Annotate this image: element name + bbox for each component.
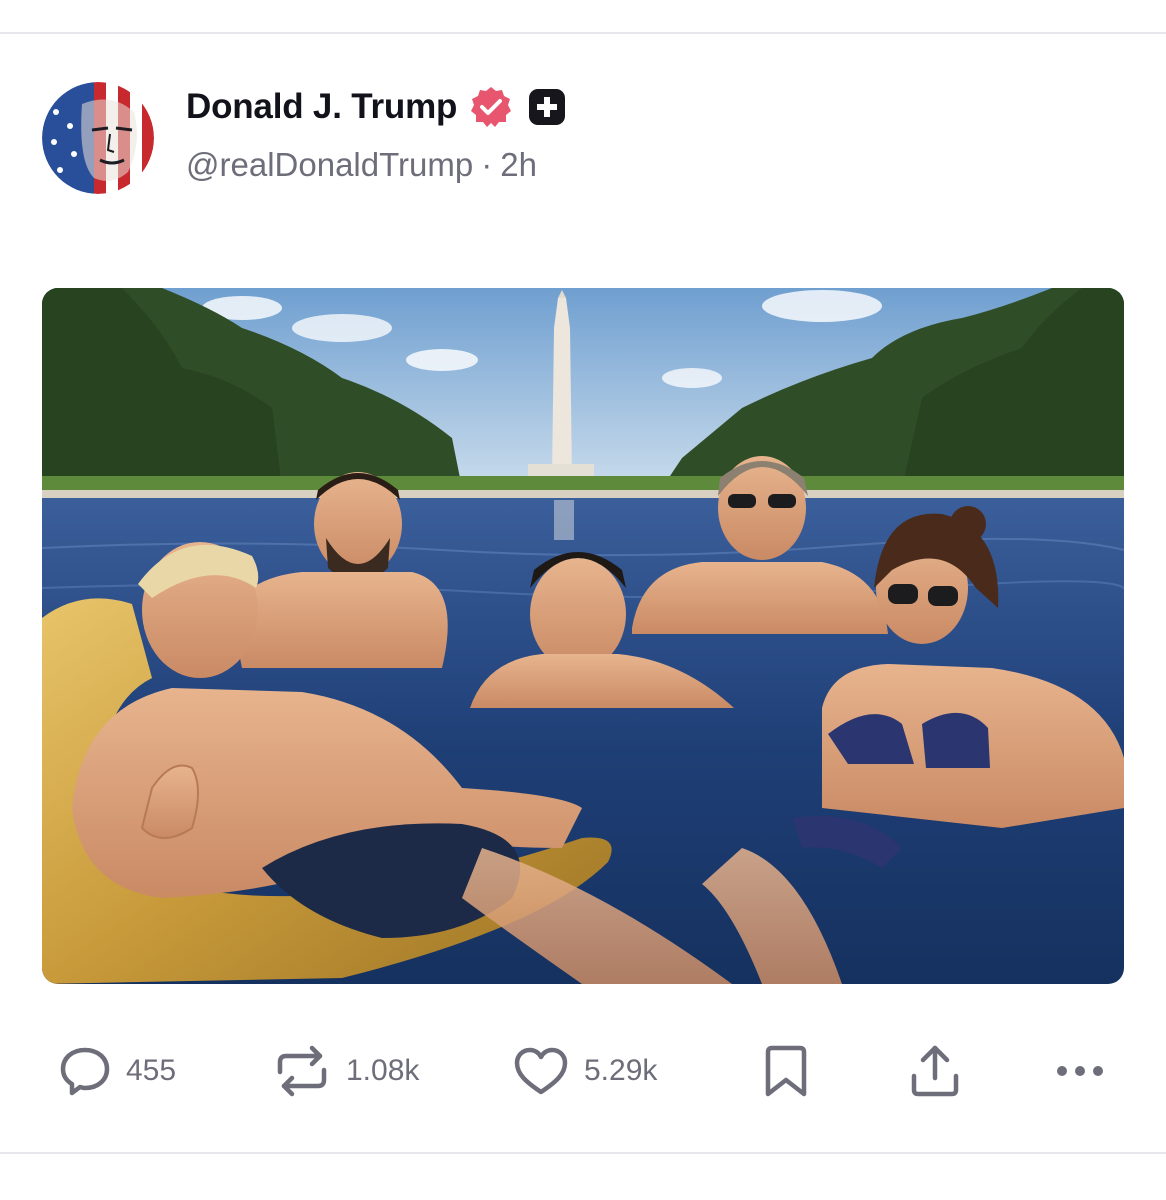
handle[interactable]: @realDonaldTrump — [186, 146, 473, 184]
bookmark-action[interactable] — [764, 1036, 808, 1106]
display-name[interactable]: Donald J. Trump — [186, 87, 457, 127]
display-name-row: Donald J. Trump — [186, 84, 567, 130]
post-header: Donald J. Trump @realDonaldTrump · 2h — [42, 82, 1122, 194]
reply-action[interactable]: 455 — [58, 1036, 176, 1106]
avatar[interactable] — [42, 82, 154, 194]
repost-count: 1.08k — [346, 1054, 420, 1087]
author-block: Donald J. Trump @realDonaldTrump · 2h — [186, 84, 567, 184]
plus-badge-icon — [527, 87, 567, 127]
reply-count: 455 — [126, 1054, 177, 1087]
repost-action[interactable]: 1.08k — [272, 1036, 419, 1106]
like-count: 5.29k — [584, 1054, 658, 1087]
more-action[interactable] — [1054, 1036, 1106, 1106]
separator: · — [481, 146, 493, 183]
post-card: Donald J. Trump @realDonaldTrump · 2h 45… — [0, 34, 1166, 1152]
heart-icon — [514, 1047, 568, 1095]
handle-row: @realDonaldTrump · 2h — [186, 146, 567, 184]
more-icon — [1057, 1066, 1103, 1076]
timestamp[interactable]: 2h — [500, 146, 537, 184]
pool-photo — [42, 288, 1124, 984]
bottom-divider — [0, 1152, 1166, 1154]
like-action[interactable]: 5.29k — [512, 1036, 657, 1106]
bookmark-icon — [765, 1045, 807, 1097]
action-bar: 455 1.08k 5.29k — [0, 1036, 1166, 1106]
avatar-image — [42, 82, 154, 194]
post-image[interactable] — [42, 288, 1124, 984]
share-icon — [911, 1045, 959, 1097]
verified-badge-icon — [469, 85, 513, 129]
share-action[interactable] — [908, 1036, 962, 1106]
reply-icon — [60, 1047, 110, 1096]
repost-icon — [277, 1045, 327, 1097]
